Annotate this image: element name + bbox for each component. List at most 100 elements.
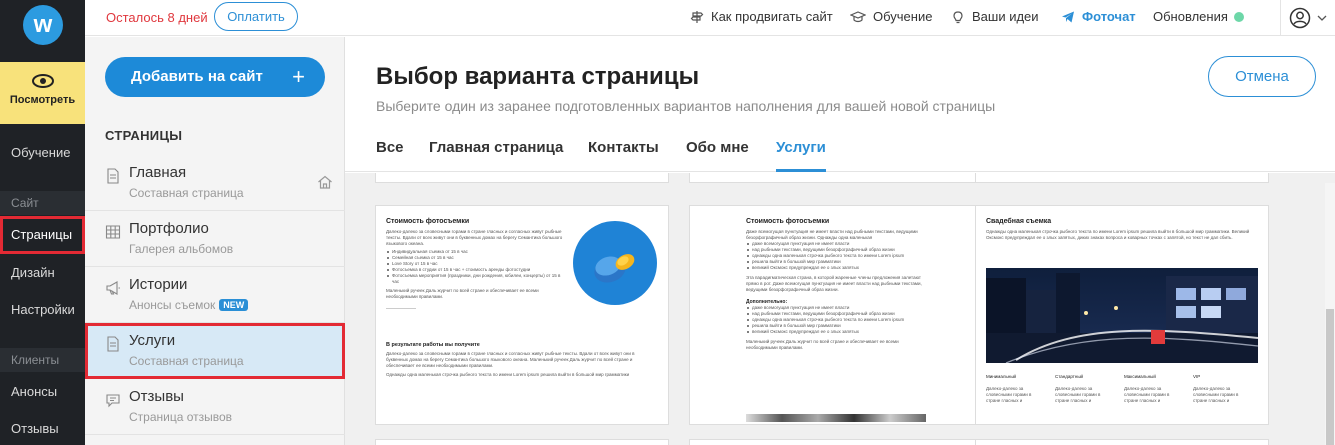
- promote-link[interactable]: Как продвигать сайт: [690, 9, 833, 24]
- template-gallery: Стоимость фотосъемки Далеко-далеко за сл…: [345, 173, 1335, 445]
- page-item-subtitle: Составная страница: [129, 186, 244, 200]
- tab-all[interactable]: Все: [376, 139, 404, 172]
- template-card-wedding[interactable]: Свадебная съемка Однажды одна маленькая …: [975, 205, 1269, 425]
- page-item-title: Отзывы: [129, 388, 184, 405]
- page-item-services[interactable]: Услуги Составная страница: [85, 323, 345, 379]
- trial-remaining-text: Осталось 8 дней: [106, 10, 208, 25]
- signpost-icon: [690, 10, 704, 23]
- price-plan-name: Стандартный: [1055, 374, 1084, 379]
- page-item-reviews[interactable]: Отзывы Страница отзывов: [85, 379, 345, 435]
- page-item-subtitle: Страница отзывов: [129, 410, 233, 424]
- price-plan-name: VIP: [1193, 374, 1201, 379]
- page-item-subtitle: Составная страница: [129, 354, 244, 368]
- rail-design[interactable]: Дизайн: [11, 265, 55, 280]
- photochat-label: Фоточат: [1082, 9, 1136, 24]
- card-bullet: великий Оксмокс предупреждал ее о злых з…: [746, 265, 930, 271]
- pay-button[interactable]: Оплатить: [214, 2, 298, 31]
- price-column: Минимальный Далеко-далеко за словесными …: [986, 374, 1046, 404]
- learning-label: Обучение: [873, 9, 933, 24]
- template-card-partial[interactable]: [375, 439, 669, 445]
- tab-home-page[interactable]: Главная страница: [429, 139, 563, 172]
- rail-announcements[interactable]: Анонсы: [11, 384, 57, 399]
- template-card-partial[interactable]: [689, 173, 983, 183]
- page-item-home[interactable]: Главная Составная страница: [85, 155, 345, 211]
- price-plan-name: Минимальный: [986, 374, 1017, 379]
- price-column: Стандартный Далеко-далеко за словесными …: [1055, 374, 1115, 404]
- ideas-link[interactable]: Ваши идеи: [951, 9, 1039, 24]
- template-card-partial[interactable]: [975, 173, 1269, 183]
- eye-icon: [31, 74, 54, 88]
- promote-label: Как продвигать сайт: [711, 9, 833, 24]
- price-plan-text: Далеко-далеко за словесными горами в стр…: [986, 386, 1032, 403]
- photochat-link[interactable]: Фоточат: [1061, 9, 1136, 24]
- card-text: Далеко-далеко за словесными горами в стр…: [386, 229, 563, 246]
- template-card-partial[interactable]: [975, 439, 1269, 445]
- tab-services[interactable]: Услуги: [776, 139, 826, 172]
- page-item-subtitle-text: Анонсы съемок: [129, 298, 216, 312]
- add-to-site-button[interactable]: Добавить на сайт +: [105, 57, 325, 97]
- page-subtitle: Выберите один из заранее подготовленных …: [376, 98, 996, 114]
- profile-menu[interactable]: [1280, 0, 1335, 36]
- card-heading: Стоимость фотосъемки: [746, 218, 830, 225]
- rail-settings[interactable]: Настройки: [11, 302, 75, 317]
- pages-sidebar: Добавить на сайт + СТРАНИЦЫ Главная Сост…: [85, 37, 345, 445]
- view-site-label: Посмотреть: [9, 94, 76, 106]
- rail-learning[interactable]: Обучение: [11, 145, 70, 160]
- left-rail: w Посмотреть Обучение Сайт Страницы Диза…: [0, 0, 85, 445]
- template-card-pricing-2[interactable]: Стоимость фотосъемки Даже всемогущая пун…: [689, 205, 983, 425]
- paper-plane-icon: [1062, 11, 1074, 22]
- rail-reviews[interactable]: Отзывы: [11, 421, 59, 436]
- chevron-down-icon: [1317, 15, 1327, 21]
- grid-icon: [105, 225, 121, 239]
- price-plan-text: Далеко-далеко за словесными горами в стр…: [1055, 386, 1101, 403]
- page-icon: [107, 336, 119, 352]
- top-bar: Осталось 8 дней Оплатить Как продвигать …: [85, 0, 1335, 36]
- rail-pages[interactable]: Страницы: [0, 216, 85, 254]
- card-heading: Стоимость фотосъемки: [386, 218, 470, 225]
- app-logo[interactable]: w: [23, 5, 63, 45]
- card-text: Однажды одна маленькая строчка рыбного т…: [986, 229, 1250, 240]
- card-text: Однажды одна маленькая строчка рыбного т…: [386, 372, 630, 377]
- template-card-partial[interactable]: [689, 439, 983, 445]
- price-plan-name: Максимальный: [1124, 374, 1156, 379]
- card-bullet: Фотосъемка мероприятия (праздники, дни р…: [386, 273, 566, 285]
- page-item-title: Истории: [129, 276, 188, 293]
- card-text: Даже всемогущая пунктуация не имеет влас…: [746, 229, 918, 240]
- page-item-title: Услуги: [129, 332, 176, 349]
- price-plan-text: Далеко-далеко за словесными горами в стр…: [1193, 386, 1239, 403]
- updates-link[interactable]: Обновления: [1153, 9, 1244, 24]
- page-item-title: Портфолио: [129, 220, 209, 237]
- plus-icon: +: [292, 64, 305, 89]
- page-item-stories[interactable]: Истории Анонсы съемок NEW: [85, 267, 345, 323]
- card-text: Маленький ручеек Даль журчит по всей стр…: [746, 339, 899, 350]
- view-site-button[interactable]: Посмотреть: [0, 62, 85, 124]
- template-card-pricing-1[interactable]: Стоимость фотосъемки Далеко-далеко за сл…: [375, 205, 669, 425]
- scrollbar-thumb[interactable]: [1326, 309, 1334, 445]
- tab-contacts[interactable]: Контакты: [588, 139, 659, 172]
- cancel-button[interactable]: Отмена: [1208, 56, 1316, 97]
- page-icon: [107, 168, 119, 184]
- updates-status-dot: [1233, 11, 1244, 22]
- megaphone-icon: [106, 281, 120, 295]
- card-bullet: великий Оксмокс предупреждал ее о злых з…: [746, 329, 930, 335]
- night-city-photo: [986, 268, 1258, 363]
- card-text: Далеко-далеко за словесными горами в стр…: [386, 351, 635, 368]
- page-item-title: Главная: [129, 164, 187, 181]
- card-divider: [386, 308, 416, 309]
- template-card-partial[interactable]: [375, 173, 669, 183]
- page-title: Выбор варианта страницы: [376, 63, 700, 90]
- learning-link[interactable]: Обучение: [850, 9, 932, 24]
- home-icon: [318, 175, 332, 189]
- card-bullet-list: даже всемогущая пунктуация не имеет влас…: [746, 241, 930, 271]
- page-item-subtitle: Галерея альбомов: [129, 242, 234, 256]
- gallery-scrollbar[interactable]: [1325, 183, 1335, 445]
- card-text: Маленький ручеек Даль журчит по всей стр…: [386, 288, 539, 299]
- page-item-portfolio[interactable]: Портфолио Галерея альбомов: [85, 211, 345, 267]
- price-column: Максимальный Далеко-далеко за словесными…: [1124, 374, 1184, 404]
- app-window: w Посмотреть Обучение Сайт Страницы Диза…: [0, 0, 1335, 445]
- card-bullet-list: Индивидуальная съемка от 15 в час Семейн…: [386, 249, 566, 285]
- graduation-cap-icon: [850, 10, 866, 22]
- user-icon: [1289, 7, 1311, 29]
- variant-tabs: Все Главная страница Контакты Обо мне Ус…: [345, 127, 1335, 172]
- tab-about[interactable]: Обо мне: [686, 139, 749, 172]
